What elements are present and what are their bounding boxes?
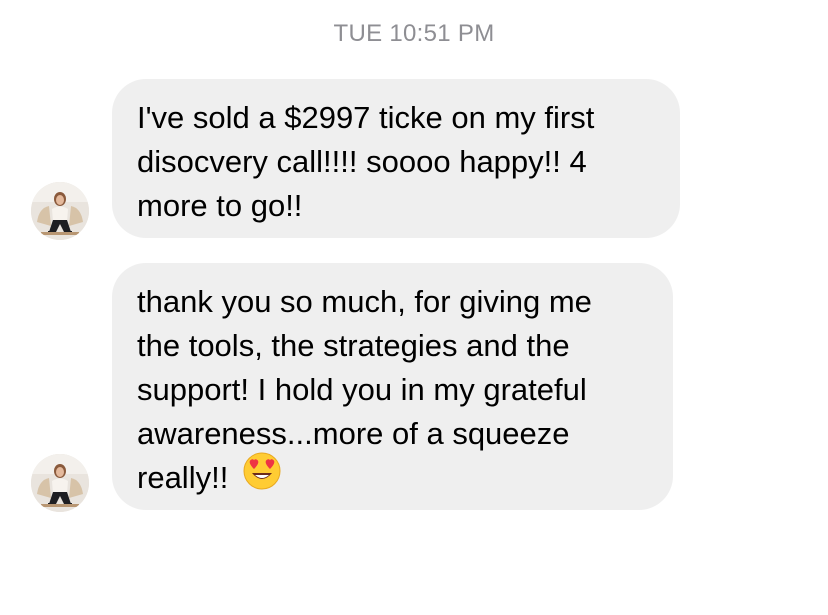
- heart-eyes-emoji-icon: [242, 451, 282, 503]
- contact-avatar[interactable]: [31, 454, 89, 512]
- message-bubble[interactable]: thank you so much, for giving me the too…: [112, 263, 673, 510]
- message-text-line: more to go!!: [137, 188, 303, 223]
- message-text-line: I've sold a $2997 ticke on my first: [137, 100, 595, 135]
- message-text-line: awareness...more of a squeeze: [137, 416, 570, 451]
- profile-photo-woman-seated-icon: [31, 454, 89, 512]
- message-text-line: disocvery call!!!! soooo happy!! 4: [137, 144, 587, 179]
- profile-photo-woman-seated-icon: [31, 182, 89, 240]
- message-text-line: support! I hold you in my grateful: [137, 372, 587, 407]
- message-bubble[interactable]: I've sold a $2997 ticke on my first diso…: [112, 79, 680, 238]
- contact-avatar[interactable]: [31, 182, 89, 240]
- message-text-line: thank you so much, for giving me: [137, 284, 592, 319]
- message-text: really!!: [137, 460, 229, 495]
- message-text-line: the tools, the strategies and the: [137, 328, 570, 363]
- conversation-timestamp: TUE 10:51 PM: [333, 20, 495, 47]
- message-text-line-with-emoji: really!!: [137, 452, 647, 503]
